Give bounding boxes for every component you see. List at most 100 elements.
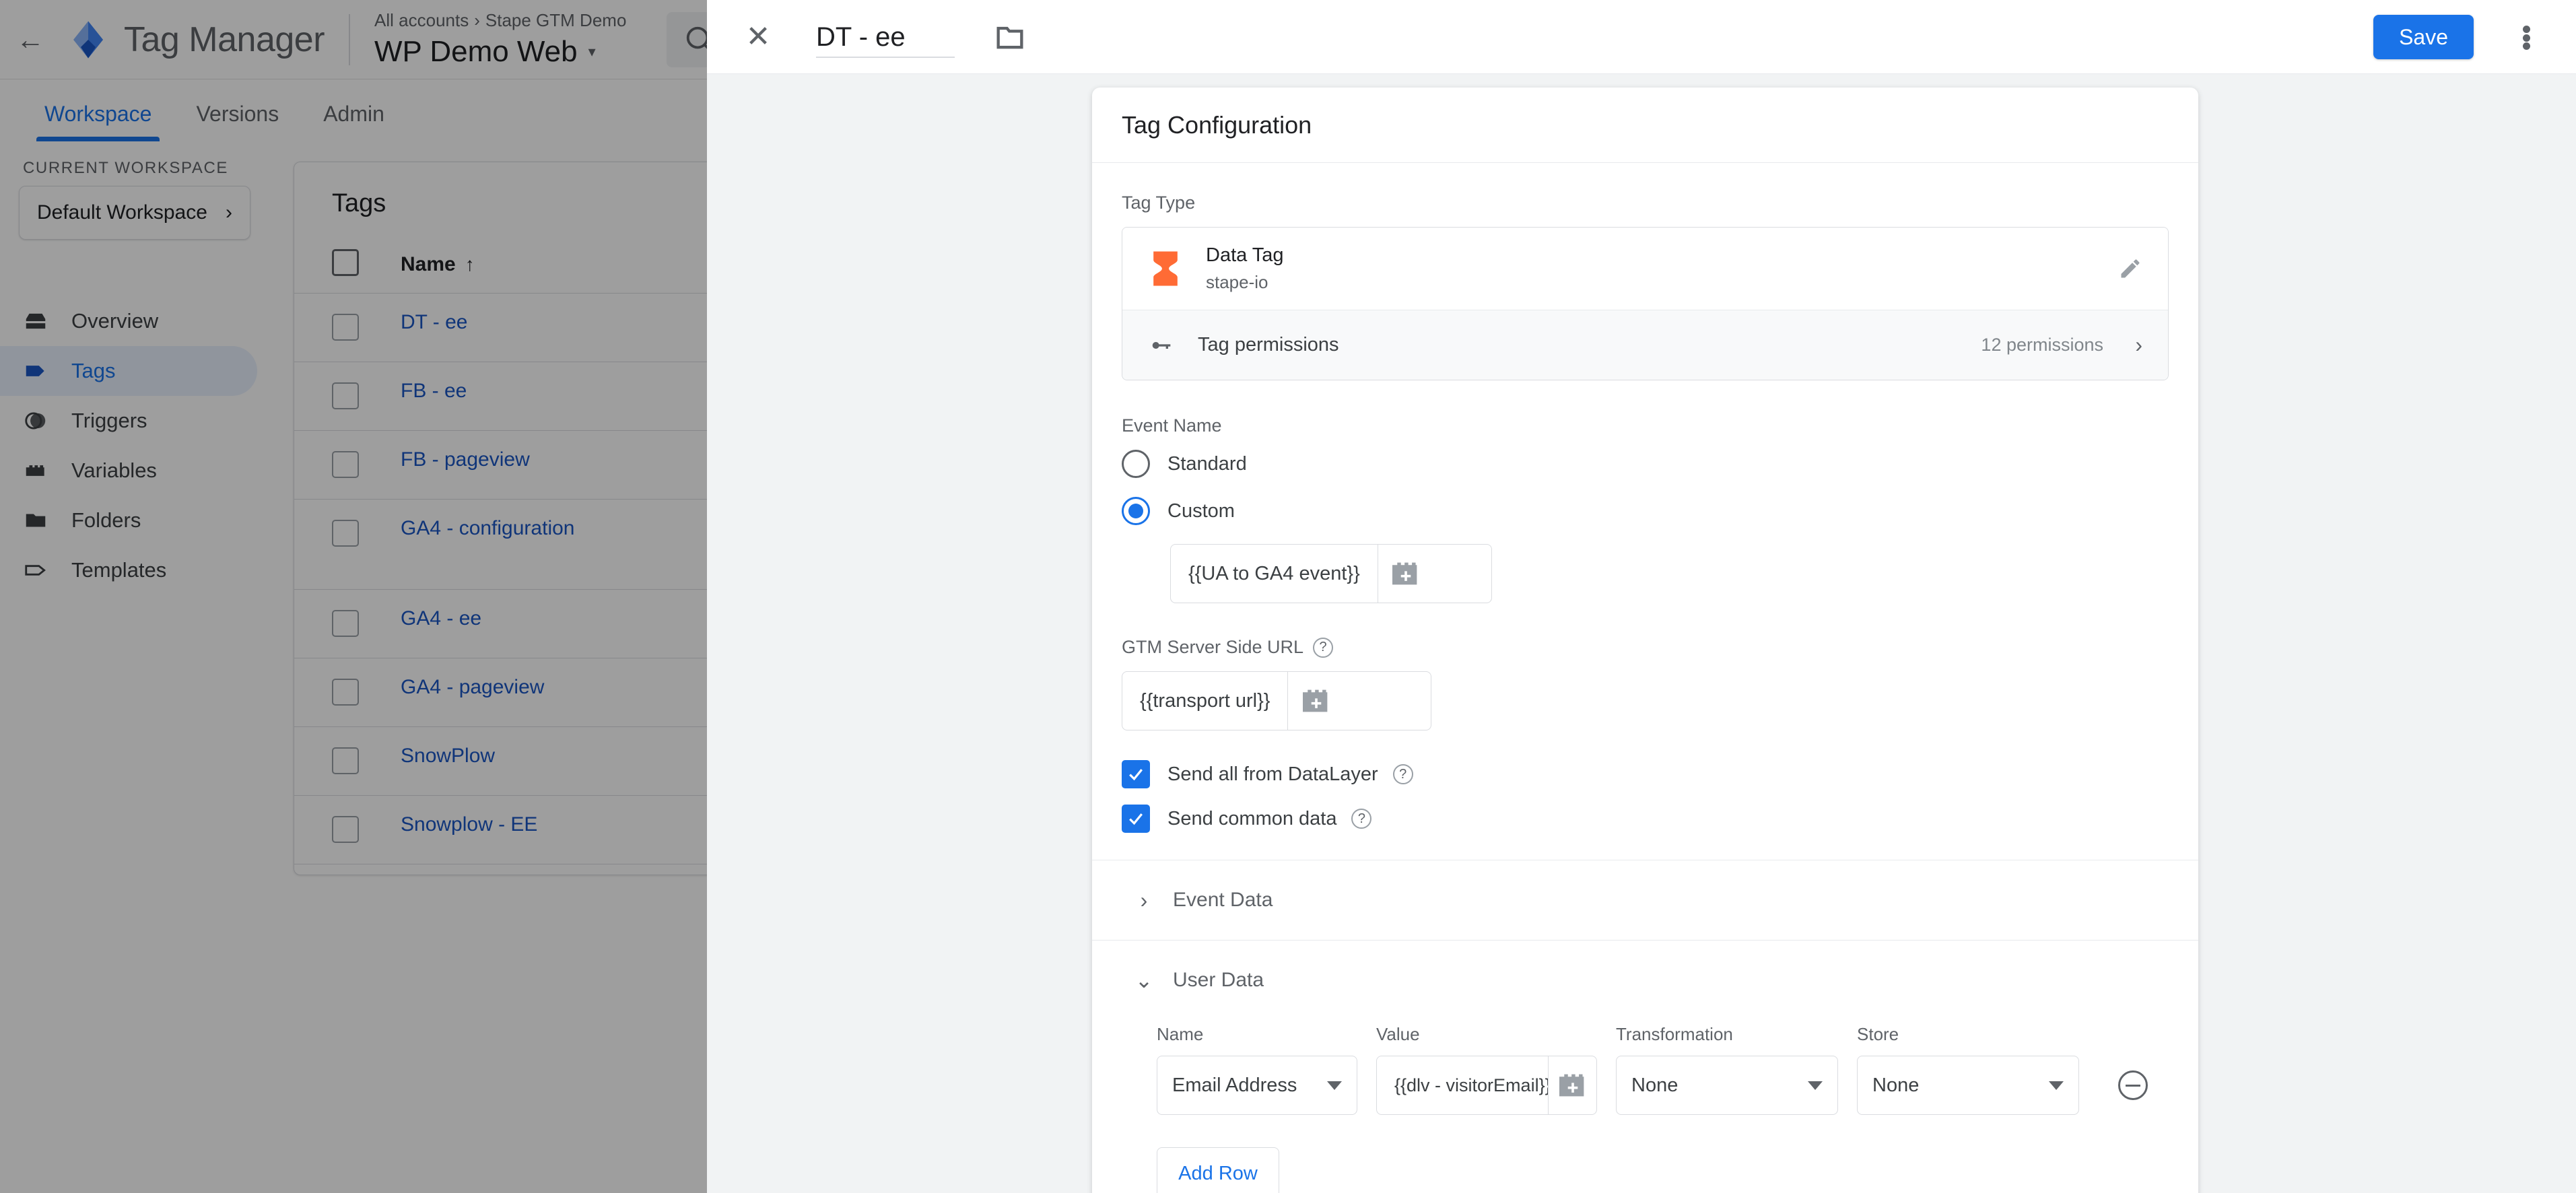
folder-icon <box>23 508 61 533</box>
tag-name-link[interactable]: FB - pageview <box>401 448 707 471</box>
custom-event-name-value[interactable]: {{UA to GA4 event}} <box>1171 545 1378 603</box>
event-name-label-text: Event Name <box>1122 415 1222 436</box>
tag-name-link[interactable]: GA4 - configuration <box>401 517 707 540</box>
tab-admin[interactable]: Admin <box>308 102 399 141</box>
tag-name-input[interactable]: DT - ee <box>816 16 955 58</box>
table-row[interactable]: GA4 - configurationG C <box>294 500 707 590</box>
help-icon[interactable]: ? <box>1392 764 1413 784</box>
dropdown-arrow-icon <box>2049 1081 2064 1090</box>
breadcrumb-account-name[interactable]: Stape GTM Demo <box>485 10 627 30</box>
tag-type-box: Data Tag stape-io Tag permissions 12 per… <box>1122 227 2169 380</box>
row-checkbox[interactable] <box>332 676 367 709</box>
user-data-value-field[interactable]: {{dlv - visitorEmail}} <box>1376 1056 1597 1115</box>
stape-io-logo-icon <box>1153 251 1178 286</box>
add-row-button[interactable]: Add Row <box>1157 1147 1279 1193</box>
radio-standard-input[interactable] <box>1122 450 1150 478</box>
more-vert-icon[interactable] <box>2511 23 2541 53</box>
tag-permissions-row[interactable]: Tag permissions 12 permissions › <box>1122 310 2168 380</box>
workspace-selector[interactable]: Default Workspace › <box>19 186 250 240</box>
variable-picker-button[interactable] <box>1548 1056 1596 1114</box>
tag-type-label: Tag Type <box>1122 193 2169 213</box>
sidebar-item-tags[interactable]: Tags <box>0 346 257 396</box>
tag-name-link[interactable]: GA4 - ee <box>401 607 707 630</box>
column-label-transformation: Transformation <box>1616 1024 1733 1044</box>
help-icon[interactable]: ? <box>1351 809 1372 829</box>
checkbox-input[interactable] <box>1122 805 1150 833</box>
sidebar-item-variables[interactable]: Variables <box>0 446 257 496</box>
sidebar-item-label: Folders <box>71 508 141 532</box>
breadcrumb[interactable]: All accounts › Stape GTM Demo <box>374 10 626 31</box>
tag-name-link[interactable]: SnowPlow <box>401 745 707 768</box>
user-data-row: Name Email Address Value {{dlv - visitor… <box>1157 1024 2169 1115</box>
user-data-transformation-col: Transformation None <box>1616 1024 1838 1115</box>
row-checkbox[interactable] <box>332 380 367 413</box>
tab-versions[interactable]: Versions <box>181 102 294 141</box>
breadcrumb-all-accounts[interactable]: All accounts <box>374 10 469 30</box>
event-name-label: Event Name <box>1122 415 2169 436</box>
container-selector[interactable]: WP Demo Web ▾ <box>374 35 626 69</box>
row-checkbox[interactable] <box>332 517 367 550</box>
table-row[interactable]: SnowPlowC <box>294 727 707 796</box>
row-checkbox[interactable] <box>332 607 367 640</box>
table-row[interactable]: Snowplow - EES <box>294 796 707 864</box>
table-row[interactable]: Snowplow - PageViewS <box>294 864 707 875</box>
tag-type-selector[interactable]: Data Tag stape-io <box>1122 228 2168 310</box>
remove-circle-icon[interactable] <box>2118 1070 2148 1100</box>
user-data-transformation-value: None <box>1631 1074 1679 1096</box>
radio-custom[interactable]: Custom <box>1122 497 2169 525</box>
section-event-data[interactable]: › Event Data <box>1122 860 2169 940</box>
chevron-down-icon: ▾ <box>588 43 596 60</box>
radio-custom-input[interactable] <box>1122 497 1150 525</box>
user-data-transformation-select[interactable]: None <box>1616 1056 1838 1115</box>
chevron-right-icon: › <box>2135 333 2142 357</box>
tag-permissions-label: Tag permissions <box>1198 334 1339 355</box>
user-data-value-text[interactable]: {{dlv - visitorEmail}} <box>1377 1056 1548 1114</box>
back-arrow-icon[interactable]: ← <box>0 25 61 54</box>
radio-standard[interactable]: Standard <box>1122 450 2169 478</box>
variable-picker-button[interactable] <box>1287 672 1344 730</box>
folder-icon[interactable] <box>992 20 1027 55</box>
table-row[interactable]: FB - pageviewF <box>294 431 707 500</box>
tab-workspace[interactable]: Workspace <box>30 102 166 141</box>
help-icon[interactable]: ? <box>1313 637 1334 658</box>
section-user-data[interactable]: ⌄ User Data <box>1122 941 2169 1020</box>
checkbox-send-common-data[interactable]: Send common data ? <box>1122 805 2169 833</box>
sidebar-nav: Overview Tags Triggers Variables Folders… <box>0 296 269 595</box>
search-input[interactable]: Search workspace <box>667 11 707 67</box>
custom-event-name-field[interactable]: {{UA to GA4 event}} <box>1170 544 1492 603</box>
gtm-server-url-field[interactable]: {{transport url}} <box>1122 671 1431 730</box>
user-data-name-select[interactable]: Email Address <box>1157 1056 1357 1115</box>
tag-name-link[interactable]: FB - ee <box>401 380 707 403</box>
tags-table-card: Tags Name ↑ T DT - eeDFB - eeFFB - pagev… <box>294 162 707 875</box>
variable-picker-button[interactable] <box>1377 545 1434 603</box>
column-header-name[interactable]: Name ↑ <box>401 253 475 276</box>
row-checkbox[interactable] <box>332 311 367 344</box>
sidebar-item-folders[interactable]: Folders <box>0 496 257 545</box>
save-button[interactable]: Save <box>2373 15 2474 59</box>
radio-custom-label: Custom <box>1167 500 1235 522</box>
row-checkbox[interactable] <box>332 813 367 846</box>
gtm-server-url-value[interactable]: {{transport url}} <box>1122 672 1287 730</box>
table-row[interactable]: GA4 - pageviewG <box>294 658 707 727</box>
close-icon[interactable]: ✕ <box>739 18 777 56</box>
row-checkbox[interactable] <box>332 745 367 778</box>
tag-editor-panel: ✕ DT - ee Save Tag Configuration Tag Typ… <box>707 0 2576 1193</box>
tag-name-link[interactable]: GA4 - pageview <box>401 676 707 699</box>
user-data-store-select[interactable]: None <box>1857 1056 2079 1115</box>
checkbox-input[interactable] <box>1122 760 1150 788</box>
tag-name-link[interactable]: Snowplow - EE <box>401 813 707 836</box>
table-row[interactable]: GA4 - eeG <box>294 590 707 658</box>
pencil-icon[interactable] <box>2118 257 2142 281</box>
sidebar-item-templates[interactable]: Templates <box>0 545 257 595</box>
sidebar-item-overview[interactable]: Overview <box>0 296 257 346</box>
select-all-checkbox[interactable] <box>332 249 367 279</box>
table-row[interactable]: DT - eeD <box>294 294 707 362</box>
user-data-body: Name Email Address Value {{dlv - visitor… <box>1122 1020 2169 1193</box>
checkbox-send-all-from-datalayer[interactable]: Send all from DataLayer ? <box>1122 760 2169 788</box>
table-row[interactable]: FB - eeF <box>294 362 707 431</box>
workspace-name: Default Workspace <box>37 201 207 224</box>
row-checkbox[interactable] <box>332 448 367 481</box>
tag-name-link[interactable]: DT - ee <box>401 311 707 334</box>
checkbox-label: Send common data <box>1167 807 1337 829</box>
sidebar-item-triggers[interactable]: Triggers <box>0 396 257 446</box>
